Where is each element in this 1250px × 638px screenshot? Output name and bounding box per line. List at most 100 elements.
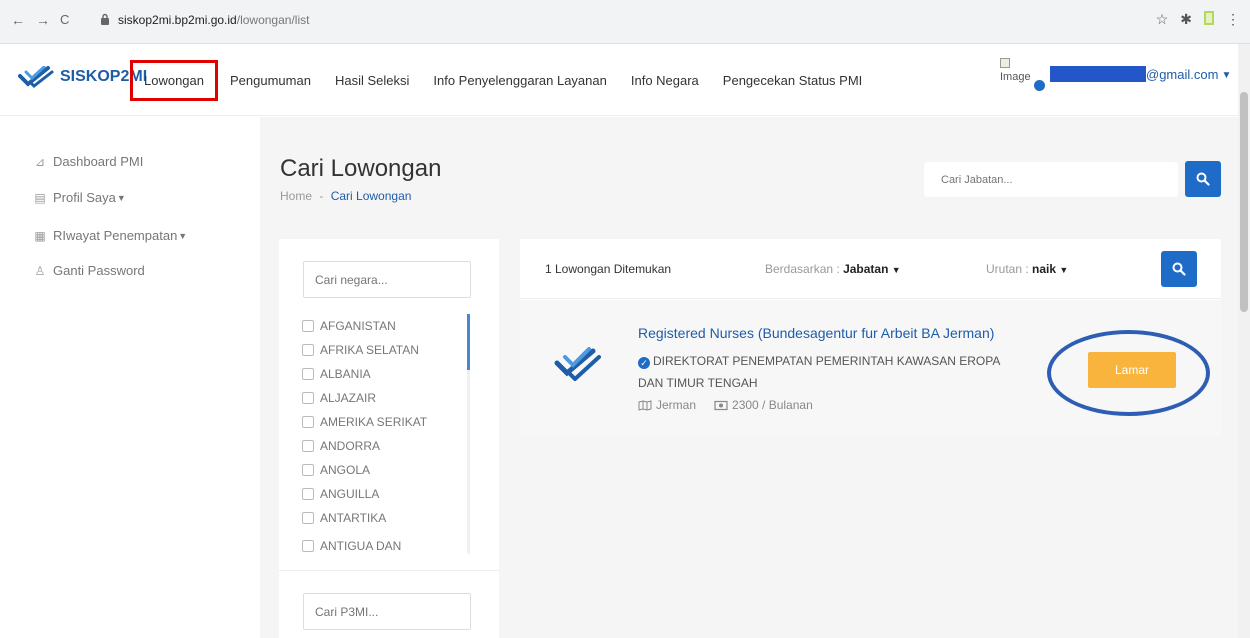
sort-order-label: Urutan : — [986, 262, 1029, 276]
country-option[interactable]: ANGOLA — [302, 458, 472, 482]
country-search-input[interactable] — [303, 261, 471, 298]
bookmark-icon[interactable] — [1204, 11, 1214, 28]
sort-by-label: Berdasarkan : — [765, 262, 840, 276]
redacted-email — [1050, 66, 1146, 82]
user-menu[interactable]: Image @gmail.com ▼ — [1000, 58, 1231, 92]
agency-logo-icon — [554, 347, 601, 381]
url-path: /lowongan/list — [236, 13, 310, 27]
annotation-ellipse — [1047, 330, 1210, 416]
job-title-link[interactable]: Registered Nurses (Bundesagentur fur Arb… — [638, 325, 994, 341]
page-title: Cari Lowongan — [280, 155, 442, 182]
sort-order-value: naik — [1032, 262, 1057, 276]
country-option[interactable]: ALBANIA — [302, 362, 472, 386]
sidebar-item-riwayat[interactable]: ▦ RIwayat Penempatan ▼ — [33, 228, 187, 243]
verified-icon: ✓ — [638, 357, 650, 369]
nav-status-pmi[interactable]: Pengecekan Status PMI — [723, 73, 862, 88]
nav-hasil-seleksi[interactable]: Hasil Seleksi — [335, 73, 409, 88]
page-scrollbar[interactable] — [1238, 44, 1250, 638]
nav-pengumuman[interactable]: Pengumuman — [230, 73, 311, 88]
nav-info-layanan[interactable]: Info Penyelenggaran Layanan — [433, 73, 606, 88]
page-scrollbar-thumb[interactable] — [1240, 92, 1248, 312]
nav-lowongan[interactable]: Lowongan — [130, 59, 218, 101]
breadcrumb: Home - Cari Lowongan — [280, 189, 411, 203]
chevron-down-icon: ▼ — [891, 265, 901, 275]
sort-by-dropdown[interactable]: Berdasarkan : Jabatan ▼ — [765, 262, 901, 276]
country-option[interactable]: ANGUILLA — [302, 482, 472, 506]
country-option[interactable]: AFRIKA SELATAN — [302, 338, 472, 362]
p3mi-search-input[interactable] — [303, 593, 471, 630]
lock-icon — [101, 13, 109, 25]
main-nav: Lowongan Pengumuman Hasil Seleksi Info P… — [130, 44, 886, 116]
avatar-alt-text: Image — [1000, 71, 1031, 83]
sort-by-value: Jabatan — [843, 262, 889, 276]
country-list-scrollbar-thumb[interactable] — [467, 314, 470, 370]
menu-icon[interactable]: ⋮ — [1226, 11, 1240, 28]
country-option[interactable]: ALJAZAIR — [302, 386, 472, 410]
results-count: 1 Lowongan Ditemukan — [545, 262, 672, 276]
job-search-button[interactable] — [1185, 161, 1221, 197]
checkbox[interactable] — [302, 320, 314, 332]
checkbox[interactable] — [302, 512, 314, 524]
money-icon — [714, 400, 728, 410]
sidebar: ⊿ Dashboard PMI ▤ Profil Saya ▼ ▦ RIwaya… — [0, 117, 260, 638]
checkbox[interactable] — [302, 464, 314, 476]
site-header: SISKOP2MI Lowongan Pengumuman Hasil Sele… — [0, 44, 1238, 116]
password-icon: ♙ — [34, 263, 46, 278]
avatar: Image — [1000, 58, 1045, 92]
online-status-dot — [1034, 80, 1045, 91]
breadcrumb-home[interactable]: Home — [280, 189, 312, 203]
checkbox[interactable] — [302, 368, 314, 380]
chevron-down-icon: ▼ — [1221, 69, 1232, 81]
checkbox[interactable] — [302, 540, 314, 552]
address-bar[interactable]: siskop2mi.bp2mi.go.id/lowongan/list — [92, 8, 1132, 34]
results-search-button[interactable] — [1161, 251, 1197, 287]
sidebar-item-label: RIwayat Penempatan — [53, 228, 178, 243]
country-label: ALBANIA — [320, 367, 371, 381]
sidebar-item-profil[interactable]: ▤ Profil Saya ▼ — [33, 190, 126, 205]
back-icon[interactable]: ← — [11, 12, 25, 28]
country-option[interactable]: ANTARTIKA — [302, 506, 472, 530]
url-host: siskop2mi.bp2mi.go.id — [118, 13, 237, 27]
chevron-down-icon: ▼ — [116, 192, 126, 203]
star-icon[interactable]: ☆ — [1156, 11, 1169, 28]
results-header: 1 Lowongan Ditemukan Berdasarkan : Jabat… — [520, 239, 1221, 299]
user-email: @gmail.com — [1146, 66, 1219, 82]
nav-info-negara[interactable]: Info Negara — [631, 73, 699, 88]
job-search-input[interactable] — [924, 162, 1178, 197]
reload-icon[interactable]: C — [60, 12, 69, 27]
history-icon: ▦ — [34, 228, 46, 243]
job-salary: 2300 / Bulanan — [714, 398, 813, 412]
sidebar-item-dashboard[interactable]: ⊿ Dashboard PMI — [33, 154, 143, 169]
filter-panel: AFGANISTAN AFRIKA SELATAN ALBANIA ALJAZA… — [279, 239, 499, 638]
search-icon — [1172, 262, 1186, 276]
country-label: ANGUILLA — [320, 487, 380, 501]
divider — [279, 570, 499, 571]
map-icon — [638, 399, 652, 411]
checkbox[interactable] — [302, 416, 314, 428]
site-logo[interactable]: SISKOP2MI — [18, 66, 147, 88]
forward-icon[interactable]: → — [36, 12, 50, 28]
logo-mark-icon — [18, 66, 54, 88]
sidebar-item-password[interactable]: ♙ Ganti Password — [33, 263, 145, 278]
country-option[interactable]: AFGANISTAN — [302, 314, 472, 338]
sidebar-item-label: Profil Saya — [53, 190, 116, 205]
country-option[interactable]: ANDORRA — [302, 434, 472, 458]
checkbox[interactable] — [302, 488, 314, 500]
country-option[interactable]: ANTIGUA DAN BARBUDA — [302, 530, 420, 554]
sidebar-item-label: Ganti Password — [53, 263, 145, 278]
country-option[interactable]: AMERIKA SERIKAT — [302, 410, 472, 434]
job-card: Registered Nurses (Bundesagentur fur Arb… — [520, 300, 1221, 436]
country-label: AFGANISTAN — [320, 319, 396, 333]
country-label: AFRIKA SELATAN — [320, 343, 419, 357]
checkbox[interactable] — [302, 440, 314, 452]
country-list[interactable]: AFGANISTAN AFRIKA SELATAN ALBANIA ALJAZA… — [302, 314, 472, 554]
checkbox[interactable] — [302, 392, 314, 404]
broken-image-icon — [1000, 58, 1010, 68]
country-label: ANTARTIKA — [320, 511, 387, 525]
country-list-scrollbar[interactable] — [467, 314, 470, 554]
extension-icon[interactable]: ✱ — [1180, 11, 1192, 28]
sort-order-dropdown[interactable]: Urutan : naik ▼ — [986, 262, 1068, 276]
job-agency: ✓ DIREKTORAT PENEMPATAN PEMERINTAH KAWASA… — [638, 350, 1018, 394]
checkbox[interactable] — [302, 344, 314, 356]
country-label: ANDORRA — [320, 439, 381, 453]
